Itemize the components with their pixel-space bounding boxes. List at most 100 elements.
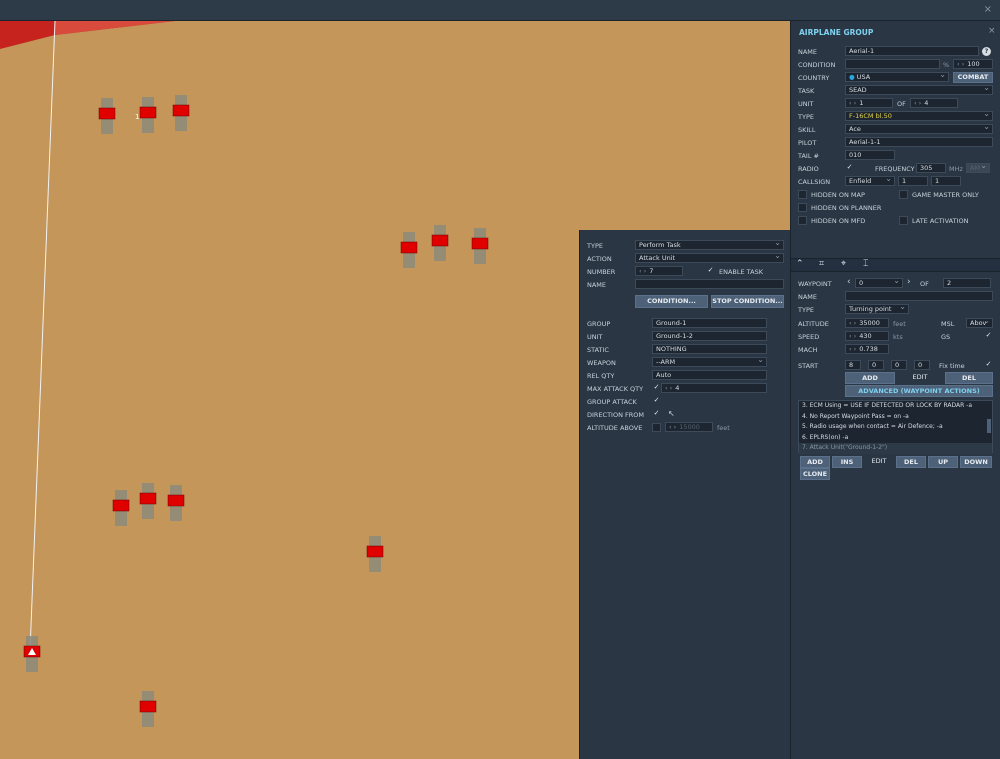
radio-checkbox[interactable]: ✓ bbox=[845, 164, 854, 173]
advanced-waypoint-actions-button[interactable]: ADVANCED (WAYPOINT ACTIONS) bbox=[845, 385, 993, 397]
ground-unit[interactable] bbox=[139, 483, 157, 519]
stepper-arrows-icon[interactable]: ‹ › bbox=[849, 319, 856, 327]
fix-time-checkbox[interactable]: ✓ bbox=[984, 361, 993, 370]
task-name-input[interactable] bbox=[635, 279, 784, 289]
wp-altitude-stepper[interactable]: ‹ › 35000 bbox=[845, 318, 889, 328]
stepper-arrows-icon[interactable]: ‹ › bbox=[849, 332, 856, 340]
start-second[interactable]: 0 bbox=[914, 360, 930, 370]
frequency-input[interactable]: 305 bbox=[916, 163, 946, 173]
stepper-arrows-icon[interactable]: ‹ › bbox=[957, 60, 964, 68]
ground-unit[interactable] bbox=[400, 232, 418, 268]
task-select[interactable]: SEAD bbox=[845, 85, 993, 95]
gs-checkbox[interactable]: ✓ bbox=[984, 332, 993, 341]
stepper-arrows-icon[interactable]: ‹ › bbox=[914, 99, 921, 107]
weapon-select[interactable]: --ARM bbox=[652, 357, 767, 367]
stepper-arrows-icon[interactable]: ‹ › bbox=[665, 384, 672, 392]
callsign-number-2[interactable]: 1 bbox=[931, 176, 961, 186]
ground-unit[interactable] bbox=[139, 97, 157, 133]
ground-unit[interactable] bbox=[112, 490, 130, 526]
condition-stepper[interactable]: ‹ › 100 bbox=[953, 59, 993, 69]
wp-type-select[interactable]: Turning point bbox=[845, 304, 909, 314]
hidden-map-checkbox[interactable] bbox=[798, 190, 807, 199]
condition-input[interactable] bbox=[845, 59, 940, 69]
waypoint-actions-list[interactable]: 3. ECM Using = USE IF DETECTED OR LOCK B… bbox=[798, 400, 993, 454]
ground-unit[interactable] bbox=[167, 485, 185, 521]
panel-close-icon[interactable]: × bbox=[988, 26, 996, 36]
rel-qty-field[interactable]: Auto bbox=[652, 370, 767, 380]
direction-pointer-icon[interactable]: ↖ bbox=[668, 409, 675, 418]
stepper-arrows-icon[interactable]: ‹ › bbox=[669, 423, 676, 431]
unit-stepper[interactable]: ‹ › 1 bbox=[845, 98, 893, 108]
pilot-input[interactable]: Aerial-1-1 bbox=[845, 137, 993, 147]
start-hour[interactable]: 0 bbox=[868, 360, 884, 370]
action-down-button[interactable]: DOWN bbox=[960, 456, 992, 468]
waypoint-select[interactable]: 0 bbox=[855, 278, 903, 288]
max-attack-checkbox[interactable]: ✓ bbox=[652, 384, 661, 393]
callsign-number-1[interactable]: 1 bbox=[898, 176, 928, 186]
list-item[interactable]: 7. Attack Unit("Ground-1-2") bbox=[799, 443, 992, 454]
list-item[interactable]: 3. ECM Using = USE IF DETECTED OR LOCK B… bbox=[799, 401, 992, 412]
task-action-select[interactable]: Attack Unit bbox=[635, 253, 784, 263]
static-field[interactable]: NOTHING bbox=[652, 344, 767, 354]
unit-field[interactable]: Ground-1-2 bbox=[652, 331, 767, 341]
start-minute[interactable]: 0 bbox=[891, 360, 907, 370]
country-select[interactable]: ● USA bbox=[845, 72, 949, 82]
condition-button[interactable]: CONDITION... bbox=[635, 295, 708, 308]
payload-tab-icon[interactable]: ⌶ bbox=[863, 259, 868, 269]
ground-unit[interactable] bbox=[471, 228, 489, 264]
list-item[interactable]: 6. EPLRS(on) -a bbox=[799, 433, 992, 444]
waypoint-prev-icon[interactable]: ‹ bbox=[847, 277, 851, 287]
ground-unit[interactable] bbox=[139, 691, 157, 727]
route-tab-icon[interactable]: ⌃ bbox=[796, 259, 804, 269]
close-icon[interactable]: × bbox=[984, 4, 992, 15]
skill-select[interactable]: Ace bbox=[845, 124, 993, 134]
ground-unit[interactable] bbox=[23, 636, 41, 672]
altitude-type-select[interactable]: Abov bbox=[966, 318, 993, 328]
action-up-button[interactable]: UP bbox=[928, 456, 958, 468]
direction-checkbox[interactable]: ✓ bbox=[652, 410, 661, 419]
task-number-stepper[interactable]: ‹ › 7 bbox=[635, 266, 683, 276]
action-ins-button[interactable]: INS bbox=[832, 456, 862, 468]
ground-unit[interactable] bbox=[431, 225, 449, 261]
group-field[interactable]: Ground-1 bbox=[652, 318, 767, 328]
late-activation-checkbox[interactable] bbox=[899, 216, 908, 225]
hidden-mfd-checkbox[interactable] bbox=[798, 216, 807, 225]
action-edit-button[interactable]: EDIT bbox=[864, 456, 894, 468]
list-scrollbar[interactable] bbox=[987, 419, 991, 433]
list-item[interactable]: 5. Radio usage when contact = Air Defenc… bbox=[799, 422, 992, 433]
ground-unit[interactable] bbox=[98, 98, 116, 134]
aircraft-type-select[interactable]: F-16CM bl.50 bbox=[845, 111, 993, 121]
combat-button[interactable]: COMBAT bbox=[953, 72, 993, 83]
gm-only-checkbox[interactable] bbox=[899, 190, 908, 199]
list-item[interactable]: 4. No Report Waypoint Pass = on -a bbox=[799, 412, 992, 423]
tail-input[interactable]: 010 bbox=[845, 150, 895, 160]
callsign-select[interactable]: Enfield bbox=[845, 176, 895, 186]
waypoint-next-icon[interactable]: › bbox=[907, 277, 911, 287]
enable-task-checkbox[interactable]: ✓ bbox=[706, 267, 715, 276]
wp-edit-button[interactable]: EDIT bbox=[895, 372, 945, 384]
stepper-arrows-icon[interactable]: ‹ › bbox=[849, 99, 856, 107]
action-add-button[interactable]: ADD bbox=[800, 456, 830, 468]
stop-condition-button[interactable]: STOP CONDITION... bbox=[711, 295, 784, 308]
stepper-arrows-icon[interactable]: ‹ › bbox=[849, 345, 856, 353]
wp-del-button[interactable]: DEL bbox=[945, 372, 993, 384]
wp-name-input[interactable] bbox=[845, 291, 993, 301]
targets-tab-icon[interactable]: ⌖ bbox=[841, 259, 846, 269]
hidden-planner-checkbox[interactable] bbox=[798, 203, 807, 212]
ground-unit[interactable] bbox=[366, 536, 384, 572]
unit-total-stepper[interactable]: ‹ › 4 bbox=[910, 98, 958, 108]
wp-add-button[interactable]: ADD bbox=[845, 372, 895, 384]
help-icon[interactable]: ? bbox=[982, 47, 991, 56]
group-name-input[interactable]: Aerial-1 bbox=[845, 46, 979, 56]
wp-speed-stepper[interactable]: ‹ › 430 bbox=[845, 331, 889, 341]
wp-mach-stepper[interactable]: ‹ › 0.738 bbox=[845, 344, 889, 354]
task-type-select[interactable]: Perform Task bbox=[635, 240, 784, 250]
ground-unit[interactable] bbox=[172, 95, 190, 131]
start-day[interactable]: 8 bbox=[845, 360, 861, 370]
group-attack-checkbox[interactable]: ✓ bbox=[652, 397, 661, 406]
action-clone-button[interactable]: CLONE bbox=[800, 468, 830, 480]
max-attack-stepper[interactable]: ‹ › 4 bbox=[661, 383, 767, 393]
altitude-above-stepper[interactable]: ‹ › 15000 bbox=[665, 422, 713, 432]
altitude-above-checkbox[interactable] bbox=[652, 423, 661, 432]
stepper-arrows-icon[interactable]: ‹ › bbox=[639, 267, 646, 275]
